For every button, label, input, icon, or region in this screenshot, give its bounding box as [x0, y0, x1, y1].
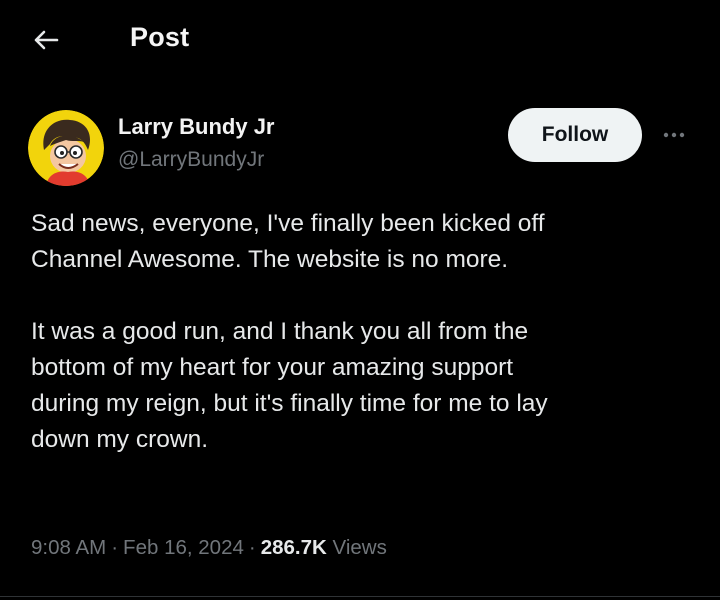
post-text: Sad news, everyone, I've finally been ki…	[31, 206, 701, 458]
post-page: Post Larry Bundy Jr @LarryBundyJr Follow	[0, 0, 720, 600]
back-button[interactable]	[26, 22, 66, 58]
post-time[interactable]: 9:08 AM	[31, 536, 106, 559]
views-label: Views	[332, 536, 387, 559]
more-horizontal-icon	[663, 132, 685, 138]
author-name[interactable]: Larry Bundy Jr	[118, 114, 275, 140]
views-count: 286.7K	[260, 536, 327, 559]
author-handle[interactable]: @LarryBundyJr	[118, 148, 264, 172]
page-title: Post	[130, 22, 190, 52]
post-meta: 9:08 AM · Feb 16, 2024 · 286.7K Views	[31, 536, 387, 560]
post-paragraph-2: It was a good run, and I thank you all f…	[31, 318, 548, 453]
avatar-cartoon-image	[28, 110, 104, 186]
post-date[interactable]: Feb 16, 2024	[123, 536, 244, 559]
post-header: Post	[0, 0, 720, 80]
meta-separator: ·	[111, 536, 119, 559]
more-options-button[interactable]	[656, 122, 692, 148]
post-paragraph-1: Sad news, everyone, I've finally been ki…	[31, 210, 545, 273]
follow-button[interactable]: Follow	[508, 108, 642, 162]
arrow-left-icon	[34, 30, 59, 50]
divider	[0, 596, 720, 597]
avatar[interactable]	[28, 110, 104, 186]
meta-separator: ·	[248, 536, 256, 559]
